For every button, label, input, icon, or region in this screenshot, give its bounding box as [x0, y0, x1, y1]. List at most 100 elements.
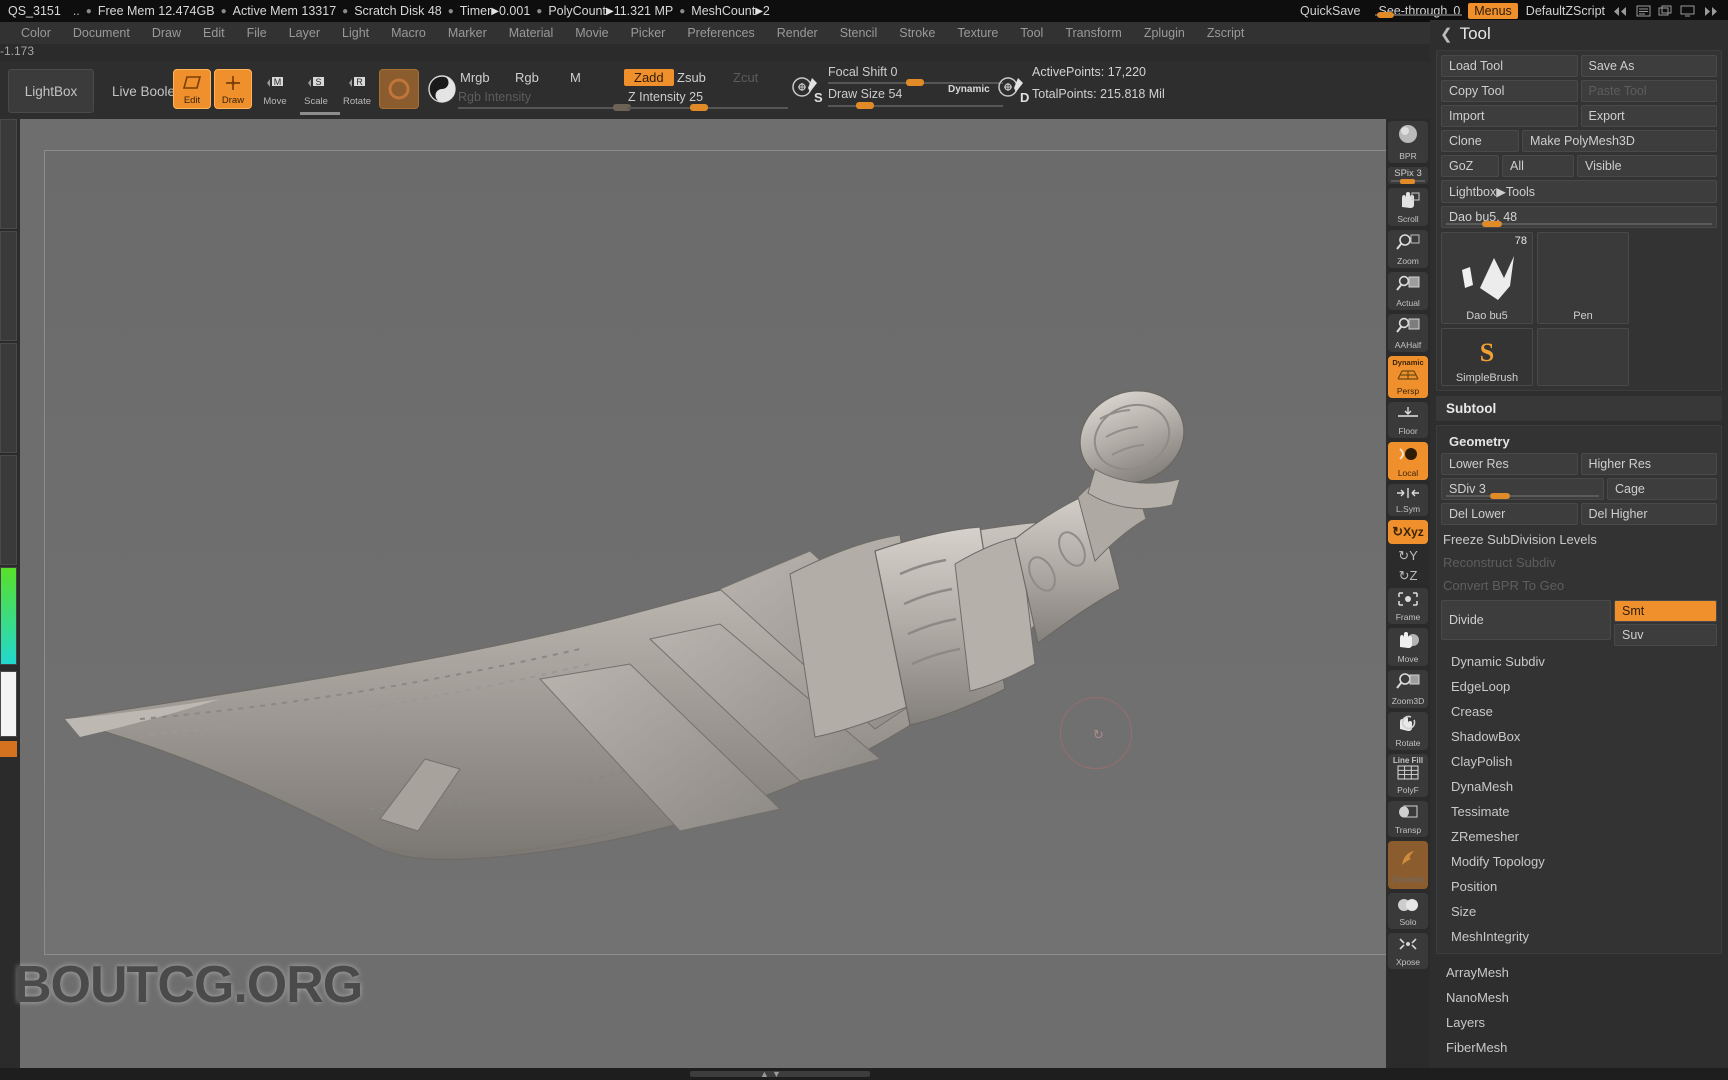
actual-button[interactable]: Actual — [1388, 272, 1428, 310]
current-color-swatch[interactable] — [0, 671, 17, 737]
export-button[interactable]: Export — [1580, 105, 1717, 127]
left-swatch-alpha[interactable] — [0, 343, 17, 453]
move-button[interactable]: M Move — [256, 69, 294, 109]
menu-item-material[interactable]: Material — [498, 26, 564, 40]
sculpt-model-dagger[interactable] — [20, 119, 1520, 1069]
current-brush-swatch[interactable] — [379, 69, 419, 109]
dynamic-toggle[interactable]: Dynamic — [948, 84, 990, 95]
menu-item-movie[interactable]: Movie — [564, 26, 619, 40]
geometry-item-modify-topology[interactable]: Modify Topology — [1441, 849, 1717, 874]
left-swatch-texture[interactable] — [0, 455, 17, 565]
geometry-item-dynamesh[interactable]: DynaMesh — [1441, 774, 1717, 799]
menu-item-macro[interactable]: Macro — [380, 26, 437, 40]
spix-slider[interactable]: SPix 3 — [1388, 167, 1428, 184]
quicksave-button[interactable]: QuickSave — [1290, 4, 1370, 18]
geometry-item-position[interactable]: Position — [1441, 874, 1717, 899]
menu-item-texture[interactable]: Texture — [946, 26, 1009, 40]
geometry-item-meshintegrity[interactable]: MeshIntegrity — [1441, 924, 1717, 949]
current-tool-slider[interactable]: Dao bu5. 48 — [1441, 206, 1717, 228]
menu-item-zscript[interactable]: Zscript — [1196, 26, 1256, 40]
persp-button[interactable]: Dynamic Persp — [1388, 356, 1428, 398]
del-lower-button[interactable]: Del Lower — [1441, 503, 1578, 525]
zcut-button[interactable]: Zcut — [733, 70, 758, 85]
scale-button[interactable]: S Scale — [297, 69, 335, 109]
menu-item-document[interactable]: Document — [62, 26, 141, 40]
lightbox-button[interactable]: LightBox — [8, 69, 94, 113]
material-swatch[interactable] — [422, 69, 462, 109]
solo-button[interactable]: Solo — [1388, 893, 1428, 929]
scroll-button[interactable]: Scroll — [1388, 188, 1428, 226]
sdiv-knob[interactable] — [1490, 493, 1510, 499]
section-arraymesh[interactable]: ArrayMesh — [1436, 960, 1722, 985]
monitor-icon[interactable] — [1680, 5, 1695, 17]
simplebrush-thumbnail[interactable]: S SimpleBrush — [1441, 328, 1533, 386]
geometry-item-dynamic-subdiv[interactable]: Dynamic Subdiv — [1441, 649, 1717, 674]
geometry-item-tessimate[interactable]: Tessimate — [1441, 799, 1717, 824]
left-swatch-stroke[interactable] — [0, 231, 17, 341]
zsub-button[interactable]: Zsub — [677, 70, 706, 85]
lightbox-tools-button[interactable]: Lightbox▶Tools — [1441, 180, 1717, 203]
menu-item-zplugin[interactable]: Zplugin — [1133, 26, 1196, 40]
menu-item-marker[interactable]: Marker — [437, 26, 498, 40]
menu-item-draw[interactable]: Draw — [141, 26, 192, 40]
suv-button[interactable]: Suv — [1614, 624, 1717, 646]
brush-secondary-thumbnail[interactable] — [1537, 328, 1629, 386]
menu-item-preferences[interactable]: Preferences — [676, 26, 765, 40]
bottom-scrollbar[interactable]: ▲ ▼ — [0, 1068, 1728, 1080]
menu-item-render[interactable]: Render — [766, 26, 829, 40]
smt-button[interactable]: Smt — [1614, 600, 1717, 622]
y-axis-button[interactable]: ↻Y — [1388, 548, 1428, 564]
geometry-item-claypolish[interactable]: ClayPolish — [1441, 749, 1717, 774]
z-axis-button[interactable]: ↻Z — [1388, 568, 1428, 584]
focal-shift-slider[interactable]: Focal Shift 0 — [828, 65, 1003, 86]
m-button[interactable]: M — [570, 70, 581, 85]
frame-button[interactable]: Frame — [1388, 588, 1428, 624]
color-picker-gradient[interactable] — [0, 567, 17, 665]
menu-item-layer[interactable]: Layer — [278, 26, 331, 40]
menu-item-stencil[interactable]: Stencil — [829, 26, 889, 40]
z-intensity-knob[interactable] — [690, 104, 708, 111]
move-rail-button[interactable]: Move — [1388, 628, 1428, 666]
rgb-intensity-slider[interactable]: Rgb Intensity — [458, 90, 631, 111]
load-tool-button[interactable]: Load Tool — [1441, 55, 1578, 77]
see-through-slider[interactable]: See-through 0 — [1371, 4, 1469, 18]
sdiv-slider[interactable]: SDiv 3 — [1441, 478, 1604, 500]
current-tool-knob[interactable] — [1482, 221, 1502, 227]
menus-button[interactable]: Menus — [1468, 3, 1518, 19]
save-as-button[interactable]: Save As — [1580, 55, 1717, 77]
section-layers[interactable]: Layers — [1436, 1010, 1722, 1035]
menu-item-stroke[interactable]: Stroke — [888, 26, 946, 40]
copy-tool-button[interactable]: Copy Tool — [1441, 80, 1578, 102]
geometry-item-size[interactable]: Size — [1441, 899, 1717, 924]
zoom3d-button[interactable]: Zoom3D — [1388, 670, 1428, 708]
geometry-item-crease[interactable]: Crease — [1441, 699, 1717, 724]
draw-size-knob[interactable] — [856, 102, 874, 109]
next-arrows-icon[interactable] — [1702, 6, 1718, 17]
rgb-button[interactable]: Rgb — [515, 70, 539, 85]
menu-item-edit[interactable]: Edit — [192, 26, 236, 40]
geometry-section-title[interactable]: Geometry — [1441, 430, 1717, 453]
xyz-button[interactable]: ↻Xyz — [1388, 520, 1428, 544]
all-button[interactable]: All — [1502, 155, 1574, 177]
del-higher-button[interactable]: Del Higher — [1580, 503, 1717, 525]
floor-button[interactable]: Floor — [1388, 402, 1428, 438]
mrgb-button[interactable]: Mrgb — [460, 70, 490, 85]
subtool-section[interactable]: Subtool — [1436, 396, 1722, 421]
zadd-button[interactable]: Zadd — [624, 69, 674, 86]
note-icon[interactable] — [1636, 5, 1651, 17]
lsym-button[interactable]: L.Sym — [1388, 484, 1428, 516]
left-swatch-brush[interactable] — [0, 119, 17, 229]
freeze-subdivision-item[interactable]: Freeze SubDivision Levels — [1441, 528, 1717, 551]
section-fibermesh[interactable]: FiberMesh — [1436, 1035, 1722, 1060]
ghost-button[interactable]: Dynamic — [1388, 841, 1428, 889]
prev-arrows-icon[interactable] — [1613, 6, 1629, 17]
transp-button[interactable]: Transp — [1388, 801, 1428, 837]
see-through-knob[interactable] — [1376, 12, 1394, 18]
menu-item-transform[interactable]: Transform — [1054, 26, 1133, 40]
rotate-rail-button[interactable]: Rotate — [1388, 712, 1428, 750]
aahalf-button[interactable]: AAHalf — [1388, 314, 1428, 352]
rotate-button[interactable]: R Rotate — [338, 69, 376, 109]
menu-item-file[interactable]: File — [236, 26, 278, 40]
viewport-canvas[interactable]: ↻ BOUTCG.ORG — [14, 119, 1520, 1069]
geometry-item-shadowbox[interactable]: ShadowBox — [1441, 724, 1717, 749]
